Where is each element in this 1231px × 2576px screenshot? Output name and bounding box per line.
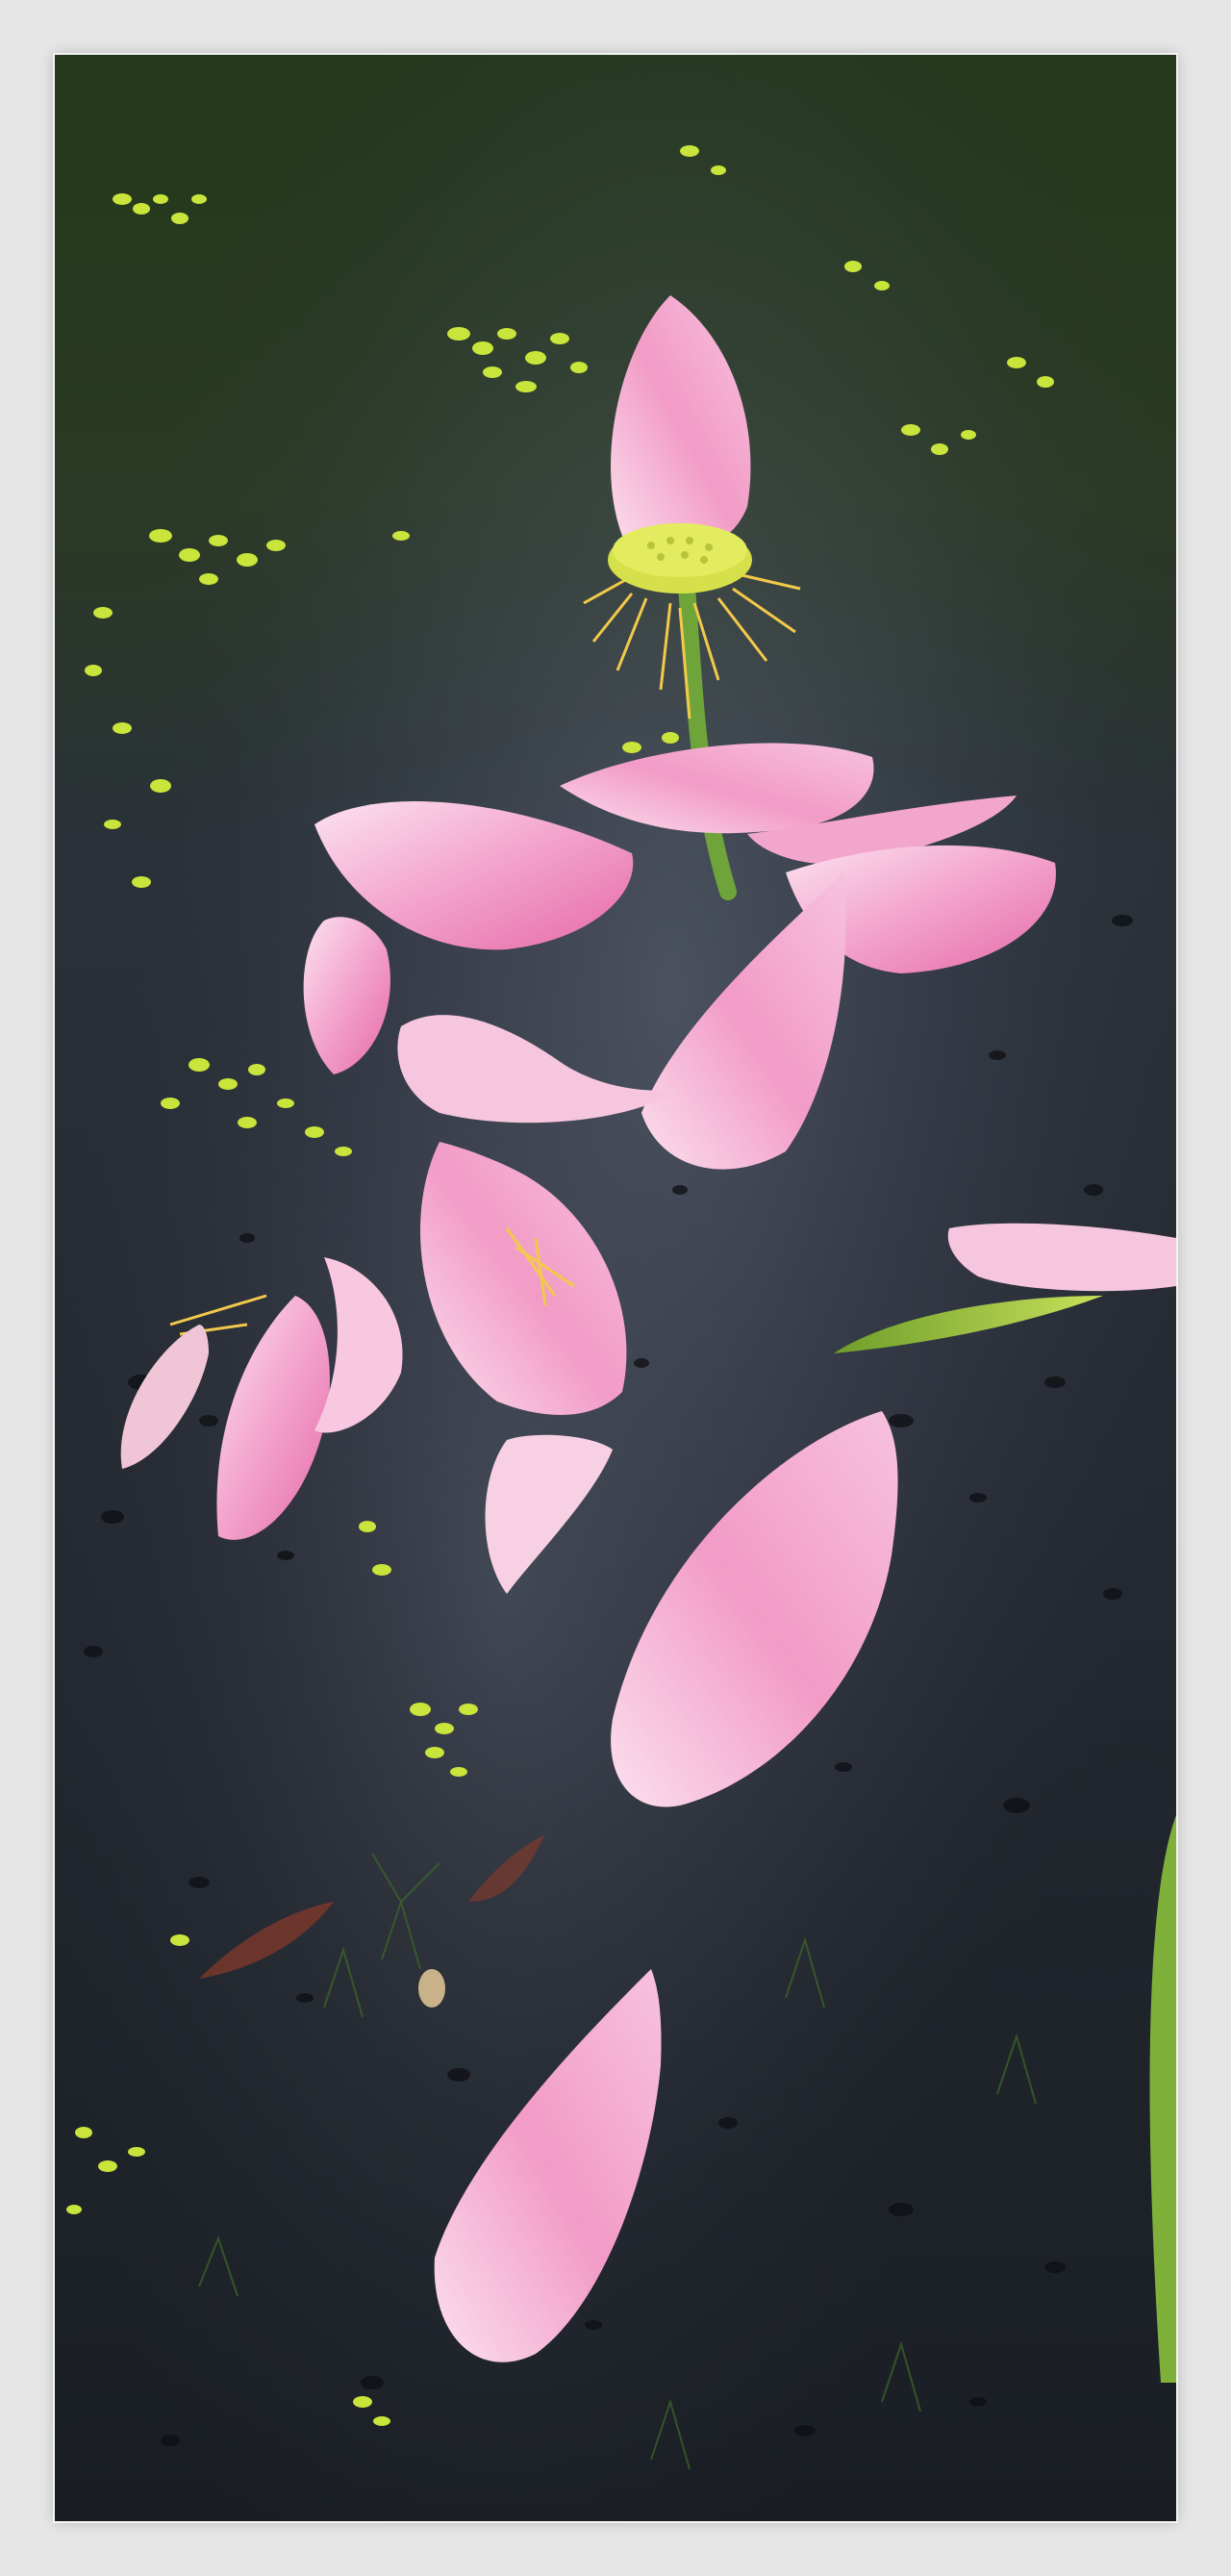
- pond-scene: [55, 55, 1176, 2521]
- photo-border-frame: [0, 0, 1231, 2576]
- pond-snail: [418, 1969, 445, 2008]
- pond-photo: [55, 55, 1176, 2521]
